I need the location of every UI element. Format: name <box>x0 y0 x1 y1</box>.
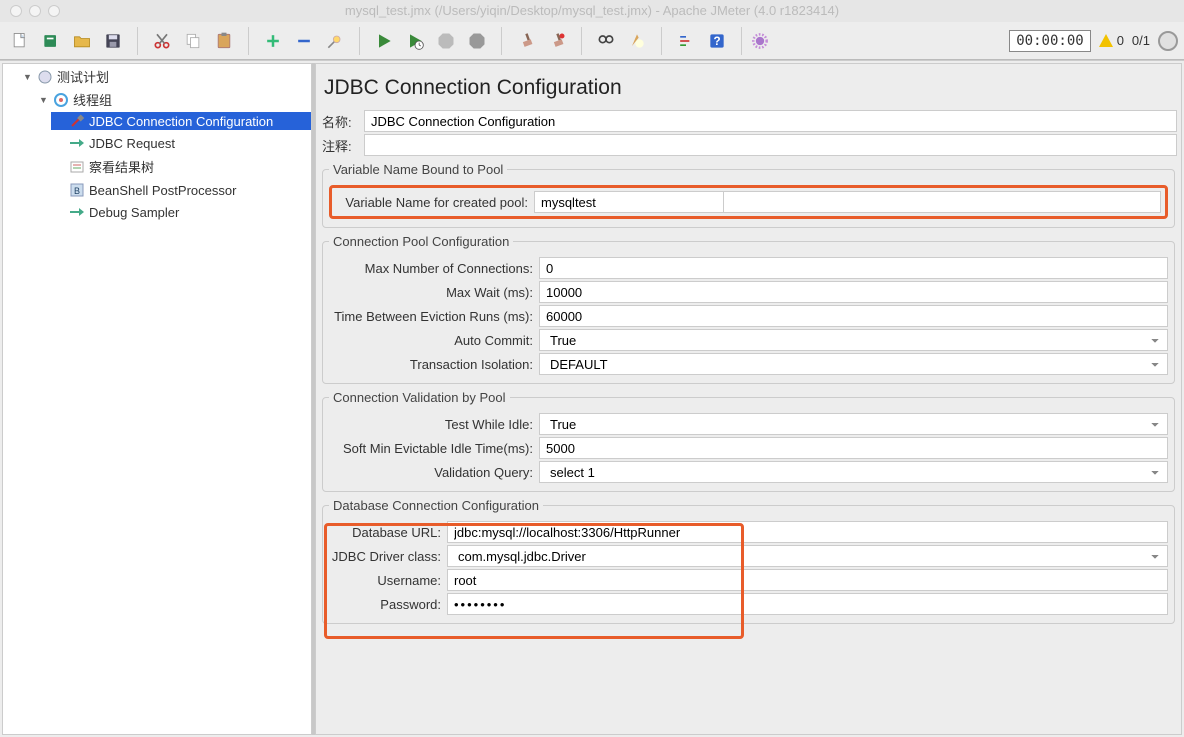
tree-thread-group[interactable]: ▼ 线程组 <box>35 89 311 110</box>
name-input[interactable] <box>364 110 1177 132</box>
isolation-label: Transaction Isolation: <box>329 357 539 372</box>
tree-root[interactable]: ▼ 测试计划 <box>19 66 311 87</box>
test-idle-label: Test While Idle: <box>329 417 539 432</box>
window-titlebar: mysql_test.jmx (/Users/yiqin/Desktop/mys… <box>0 0 1184 22</box>
db-user-input[interactable] <box>447 569 1168 591</box>
tree-item-debug-sampler[interactable]: Debug Sampler <box>51 203 311 221</box>
listener-icon <box>69 159 85 175</box>
tree-item-jdbc-config[interactable]: JDBC Connection Configuration <box>51 112 311 130</box>
db-url-input[interactable] <box>447 521 1168 543</box>
reset-search-button[interactable] <box>623 27 651 55</box>
panel-title: JDBC Connection Configuration <box>316 64 1181 108</box>
test-plan-tree[interactable]: ▼ 测试计划 ▼ 线程组 <box>2 63 312 735</box>
db-pw-label: Password: <box>329 597 447 612</box>
shutdown-button[interactable] <box>463 27 491 55</box>
config-panel: JDBC Connection Configuration 名称: 注释: Va… <box>315 63 1182 735</box>
svg-text:?: ? <box>713 35 720 48</box>
auto-commit-label: Auto Commit: <box>329 333 539 348</box>
function-helper-button[interactable] <box>672 27 700 55</box>
var-name-label: Variable Name for created pool: <box>336 195 534 210</box>
window-title: mysql_test.jmx (/Users/yiqin/Desktop/mys… <box>0 0 1184 22</box>
run-button[interactable] <box>370 27 398 55</box>
db-config-legend: Database Connection Configuration <box>329 498 543 513</box>
config-icon <box>69 113 85 129</box>
soft-min-label: Soft Min Evictable Idle Time(ms): <box>329 441 539 456</box>
tree-item-label: JDBC Request <box>89 136 175 151</box>
cut-button[interactable] <box>148 27 176 55</box>
thread-count: 0/1 <box>1132 33 1150 48</box>
vquery-label: Validation Query: <box>329 465 539 480</box>
open-button[interactable] <box>68 27 96 55</box>
db-pw-input[interactable] <box>447 593 1168 615</box>
warning-count: 0 <box>1117 33 1124 48</box>
auto-commit-select[interactable]: True <box>539 329 1168 351</box>
new-file-button[interactable] <box>6 27 34 55</box>
test-idle-select[interactable]: True <box>539 413 1168 435</box>
max-wait-label: Max Wait (ms): <box>329 285 539 300</box>
tree-item-label: BeanShell PostProcessor <box>89 183 236 198</box>
elapsed-time: 00:00:00 <box>1009 30 1090 52</box>
var-name-input-ext[interactable] <box>724 191 1161 213</box>
sampler-icon <box>69 135 85 151</box>
postprocessor-icon: B <box>69 182 85 198</box>
stop-button[interactable] <box>432 27 460 55</box>
tree-item-jdbc-request[interactable]: JDBC Request <box>51 134 311 152</box>
tree-item-label: Debug Sampler <box>89 205 179 220</box>
comment-input[interactable] <box>364 134 1177 156</box>
toggle-button[interactable] <box>321 27 349 55</box>
pool-config-fieldset: Connection Pool Configuration Max Number… <box>322 234 1175 384</box>
name-label: 名称: <box>320 112 364 131</box>
eviction-label: Time Between Eviction Runs (ms): <box>329 309 539 324</box>
tree-item-label: 察看结果树 <box>89 157 154 176</box>
tree-root-label: 测试计划 <box>57 67 109 86</box>
threadgroup-icon <box>53 92 69 108</box>
db-driver-select[interactable]: com.mysql.jdbc.Driver <box>447 545 1168 567</box>
isolation-select[interactable]: DEFAULT <box>539 353 1168 375</box>
paste-button[interactable] <box>210 27 238 55</box>
max-conn-input[interactable] <box>539 257 1168 279</box>
soft-min-input[interactable] <box>539 437 1168 459</box>
validation-fieldset: Connection Validation by Pool Test While… <box>322 390 1175 492</box>
warning-icon <box>1099 34 1113 47</box>
expand-button[interactable] <box>259 27 287 55</box>
db-config-fieldset: Database Connection Configuration Databa… <box>322 498 1175 624</box>
warning-indicator[interactable]: 0 <box>1099 33 1124 48</box>
testplan-icon <box>37 69 53 85</box>
comment-label: 注释: <box>320 136 364 155</box>
run-no-pause-button[interactable] <box>401 27 429 55</box>
var-bound-fieldset: Variable Name Bound to Pool Variable Nam… <box>322 162 1175 228</box>
db-url-label: Database URL: <box>329 525 447 540</box>
var-bound-legend: Variable Name Bound to Pool <box>329 162 507 177</box>
vquery-select[interactable]: select 1 <box>539 461 1168 483</box>
tree-item-beanshell[interactable]: B BeanShell PostProcessor <box>51 181 311 199</box>
sampler-icon <box>69 204 85 220</box>
collapse-button[interactable] <box>290 27 318 55</box>
thread-indicator-icon <box>1158 31 1178 51</box>
tree-item-results-tree[interactable]: 察看结果树 <box>51 156 311 177</box>
validation-legend: Connection Validation by Pool <box>329 390 510 405</box>
svg-text:B: B <box>74 186 80 196</box>
help-button[interactable]: ? <box>703 27 731 55</box>
templates-button[interactable] <box>37 27 65 55</box>
search-button[interactable] <box>592 27 620 55</box>
clear-all-button[interactable] <box>543 27 571 55</box>
pool-config-legend: Connection Pool Configuration <box>329 234 513 249</box>
options-button[interactable] <box>746 27 774 55</box>
db-driver-label: JDBC Driver class: <box>329 549 447 564</box>
save-button[interactable] <box>99 27 127 55</box>
var-name-input[interactable] <box>534 191 724 213</box>
db-user-label: Username: <box>329 573 447 588</box>
max-wait-input[interactable] <box>539 281 1168 303</box>
eviction-input[interactable] <box>539 305 1168 327</box>
clear-button[interactable] <box>512 27 540 55</box>
main-toolbar: ? 00:00:00 0 0/1 <box>0 22 1184 60</box>
max-conn-label: Max Number of Connections: <box>329 261 539 276</box>
tree-item-label: JDBC Connection Configuration <box>89 114 273 129</box>
tree-thread-group-label: 线程组 <box>73 90 112 109</box>
copy-button[interactable] <box>179 27 207 55</box>
